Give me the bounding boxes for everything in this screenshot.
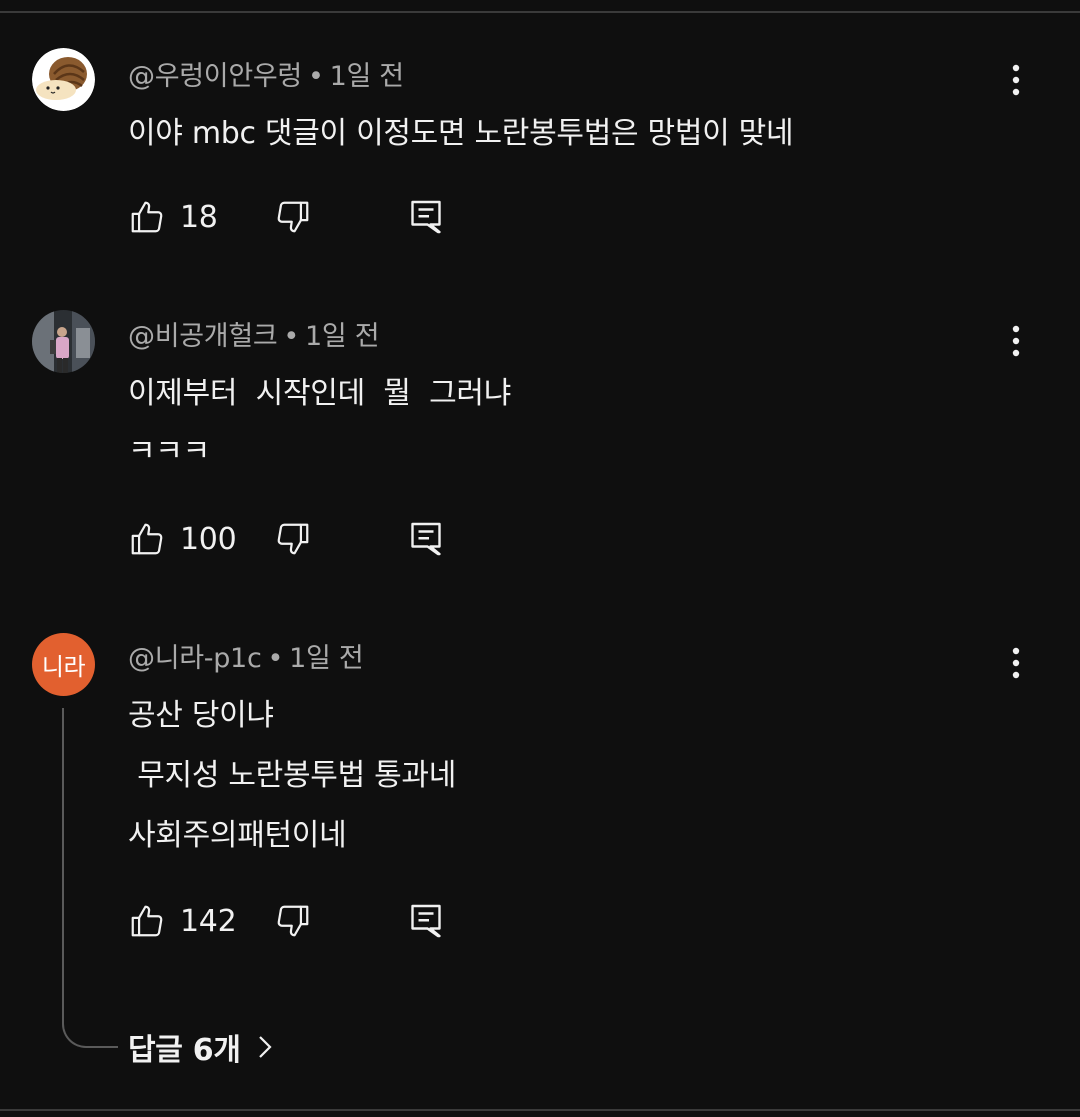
more-options-icon[interactable] bbox=[1004, 60, 1028, 100]
chevron-right-icon bbox=[258, 1036, 272, 1058]
photo-avatar-image bbox=[32, 310, 95, 373]
comment-text: 공산 당이냐 bbox=[128, 698, 274, 733]
replies-label: 답글 6개 bbox=[128, 1033, 241, 1068]
snail-avatar-image bbox=[32, 48, 95, 111]
comment-text: 사회주의패턴이네 bbox=[128, 818, 347, 853]
comment-text: 이제부터 시작인데 뭘 그러냐 bbox=[128, 376, 512, 411]
comment-author[interactable]: @비공개헐크 bbox=[128, 321, 278, 352]
like-count: 100 bbox=[180, 521, 237, 557]
dislike-button[interactable] bbox=[274, 899, 312, 943]
more-options-icon[interactable] bbox=[1004, 643, 1028, 683]
like-icon bbox=[131, 523, 163, 555]
comment-text: 무지성 노란봉투법 통과네 bbox=[128, 758, 457, 793]
meta-separator: • bbox=[267, 643, 284, 674]
comment-author[interactable]: @우렁이안우렁 bbox=[128, 61, 302, 92]
meta-separator: • bbox=[307, 61, 324, 92]
comment-time[interactable]: 1일 전 bbox=[289, 643, 364, 674]
comment-meta: @우렁이안우렁 • 1일 전 bbox=[128, 54, 404, 93]
dislike-icon bbox=[277, 523, 309, 555]
like-button[interactable]: 100 bbox=[128, 517, 237, 561]
reply-button[interactable] bbox=[408, 195, 444, 239]
reply-icon bbox=[411, 200, 441, 234]
reply-icon bbox=[411, 904, 441, 938]
dislike-button[interactable] bbox=[274, 517, 312, 561]
comment-text: ㅋㅋㅋ bbox=[128, 434, 210, 469]
like-button[interactable]: 142 bbox=[128, 899, 237, 943]
like-icon bbox=[131, 201, 163, 233]
dislike-icon bbox=[277, 905, 309, 937]
like-icon bbox=[131, 905, 163, 937]
like-button[interactable]: 18 bbox=[128, 195, 218, 239]
comment-time[interactable]: 1일 전 bbox=[305, 321, 380, 352]
view-replies-button[interactable]: 답글 6개 bbox=[128, 1024, 273, 1070]
reply-icon bbox=[411, 522, 441, 556]
dislike-icon bbox=[277, 201, 309, 233]
avatar-initials: 니라 bbox=[41, 653, 86, 681]
reply-button[interactable] bbox=[408, 517, 444, 561]
comment-meta: @비공개헐크 • 1일 전 bbox=[128, 314, 380, 353]
reply-button[interactable] bbox=[408, 899, 444, 943]
like-count: 142 bbox=[180, 903, 237, 939]
comment-actions: 142 bbox=[128, 899, 528, 943]
comment-time[interactable]: 1일 전 bbox=[330, 61, 405, 92]
thread-connector bbox=[62, 708, 118, 1048]
comment-actions: 18 bbox=[128, 195, 528, 239]
dislike-button[interactable] bbox=[274, 195, 312, 239]
comment-actions: 100 bbox=[128, 517, 528, 561]
comment-meta: @니라-p1c • 1일 전 bbox=[128, 636, 364, 675]
like-count: 18 bbox=[180, 199, 218, 235]
avatar[interactable] bbox=[32, 48, 95, 111]
comment-author[interactable]: @니라-p1c bbox=[128, 643, 262, 674]
comment-text: 이야 mbc 댓글이 이정도면 노란봉투법은 망법이 맞네 bbox=[128, 116, 794, 151]
more-options-icon[interactable] bbox=[1004, 321, 1028, 361]
avatar[interactable]: 니라 bbox=[32, 633, 95, 696]
avatar[interactable] bbox=[32, 310, 95, 373]
top-divider bbox=[0, 11, 1080, 13]
bottom-divider bbox=[0, 1109, 1080, 1111]
meta-separator: • bbox=[283, 321, 300, 352]
